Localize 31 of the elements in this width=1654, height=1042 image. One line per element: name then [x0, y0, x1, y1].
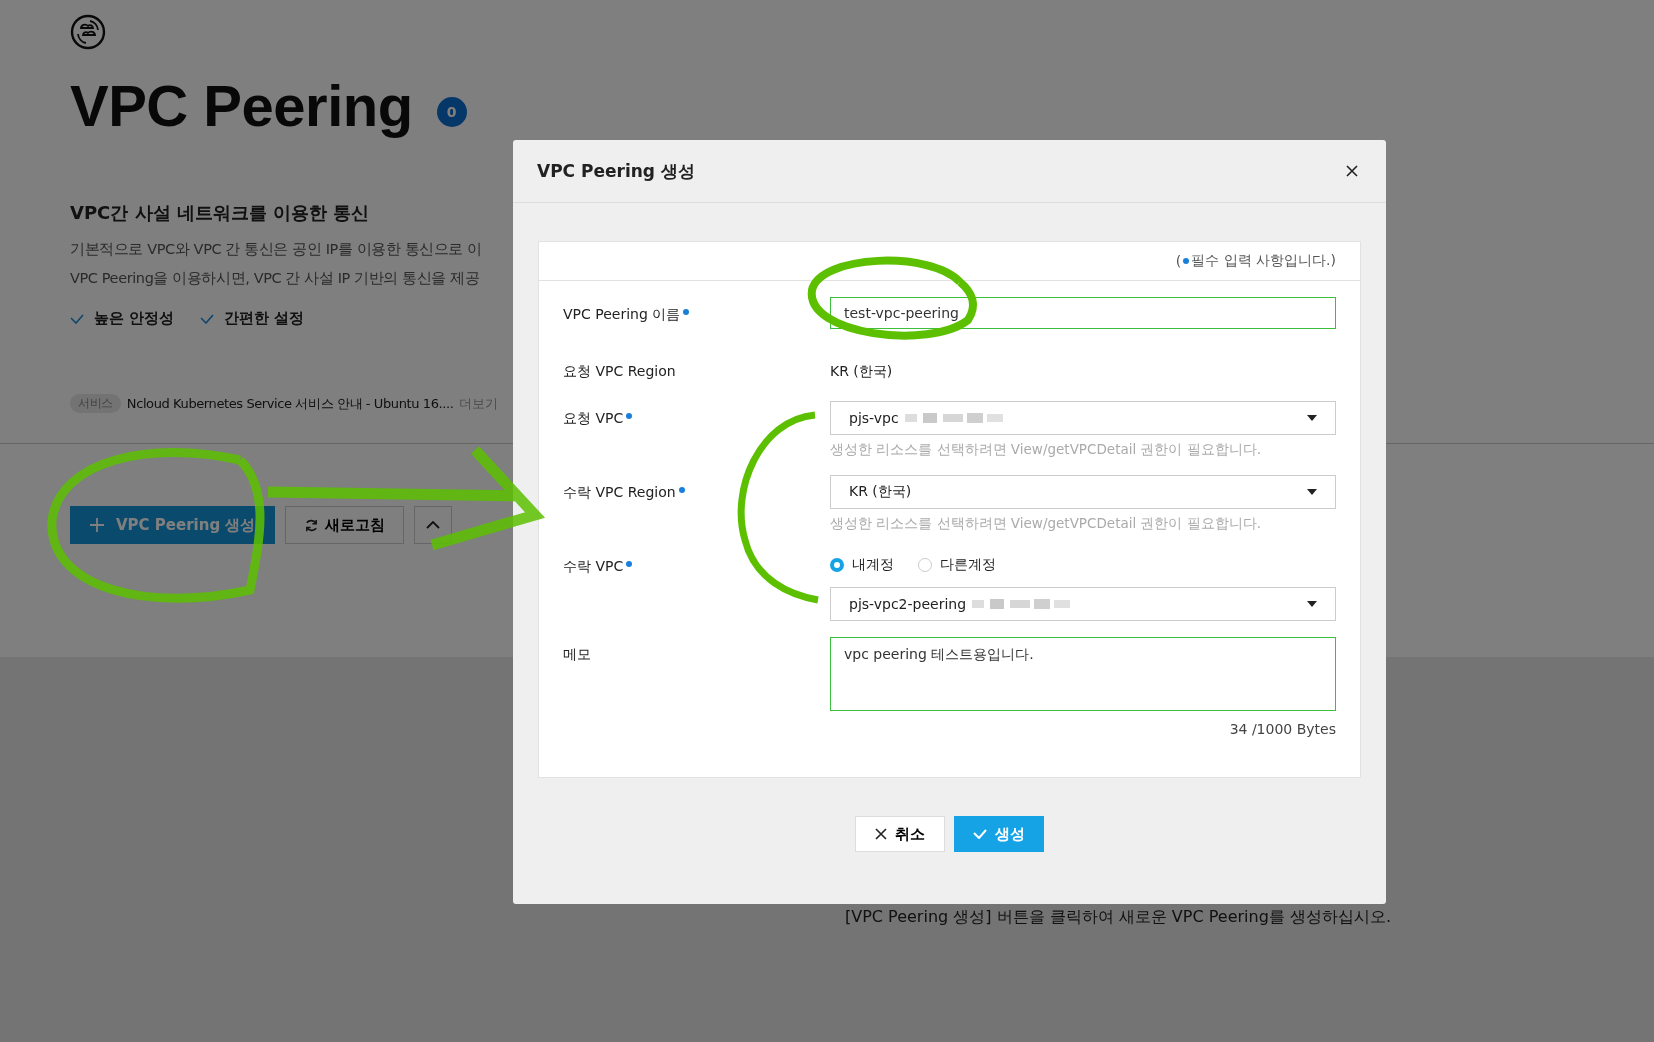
page-title: VPC Peering: [70, 72, 413, 139]
section-heading: VPC간 사설 네트워크를 이용한 통신: [70, 201, 371, 225]
byte-counter: 34 /1000 Bytes: [1229, 721, 1336, 737]
count-badge: 0: [436, 96, 467, 127]
field-label: 수락 VPC Region: [563, 484, 676, 502]
feature-label: 높은 안정성: [94, 309, 175, 328]
refresh-button[interactable]: 새로고침: [285, 506, 405, 544]
description-text: 기본적으로 VPC와 VPC 간 통신은 공인 IP를 이용한 통신으로 이: [70, 240, 482, 259]
field-label: 요청 VPC: [563, 410, 624, 428]
field-label: 메모: [563, 646, 591, 664]
description-text: VPC Peering을 이용하시면, VPC 간 사설 IP 기반의 통신을 제공: [70, 269, 480, 288]
radio-label[interactable]: 내계정: [852, 556, 894, 574]
field-label: 요청 VPC Region: [563, 363, 676, 381]
feature-label: 간편한 설정: [224, 309, 305, 328]
required-note-paren: (: [1175, 253, 1182, 269]
notice-link[interactable]: Ncloud Kubernetes Service 서비스 안내 - Ubuntu 16....: [126, 394, 454, 413]
empty-message: [VPC Peering 생성] 버튼을 클릭하여 새로운 VPC Peering를 생성하십시오.: [845, 907, 1392, 928]
memo-textarea[interactable]: vpc peering 테스트용입니다.: [830, 637, 1336, 711]
permission-hint: 생성한 리소스를 선택하려면 View/getVPCDetail 권한이 필요합니다.: [830, 515, 1263, 533]
vpc-select[interactable]: pjs-vpc2-peering: [830, 587, 1336, 621]
vpc-select[interactable]: pjs-vpc: [830, 401, 1336, 435]
field-label: VPC Peering 이름: [563, 306, 681, 324]
region-value: KR (한국): [830, 362, 894, 381]
field-label: 수락 VPC: [563, 558, 624, 576]
cancel-button[interactable]: 취소: [855, 816, 945, 852]
name-input[interactable]: test-vpc-peering: [830, 297, 1336, 329]
permission-hint: 생성한 리소스를 선택하려면 View/getVPCDetail 권한이 필요합니다.: [830, 441, 1263, 459]
dialog-title: VPC Peering 생성: [537, 159, 695, 183]
radio-label[interactable]: 다른계정: [940, 556, 996, 574]
vpc-select[interactable]: KR (한국): [830, 475, 1336, 509]
required-note: 필수 입력 사항입니다.): [1191, 252, 1336, 270]
